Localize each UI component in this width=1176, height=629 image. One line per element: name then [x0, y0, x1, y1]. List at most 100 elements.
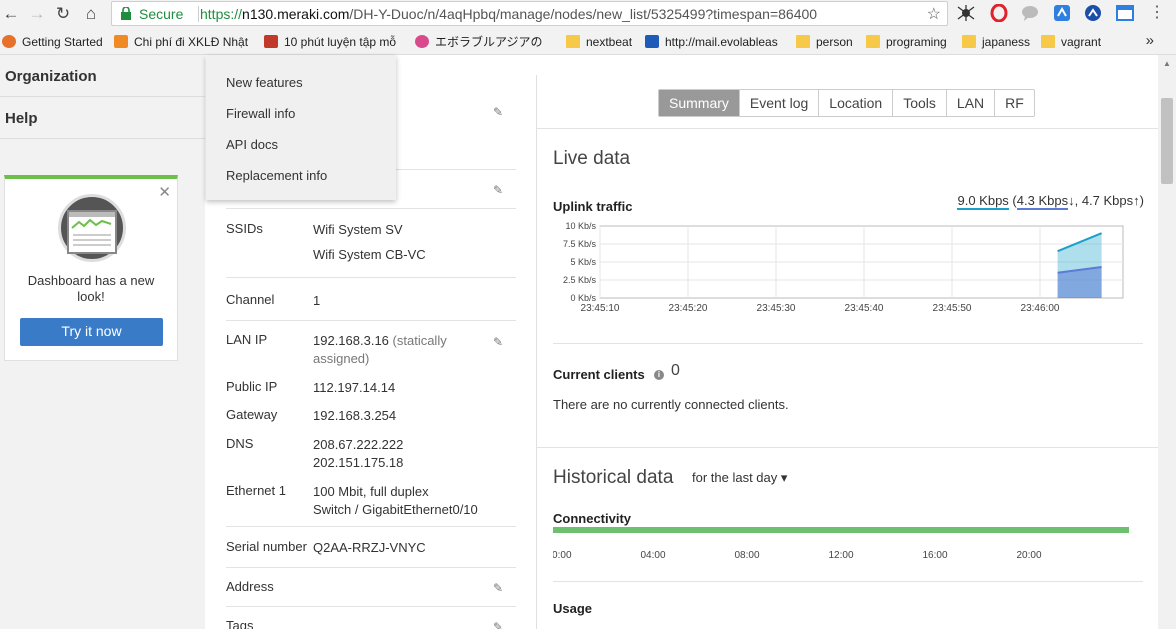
x-tick-label: 16:00	[922, 550, 947, 561]
mail-icon	[645, 35, 659, 48]
edit-pencil-icon[interactable]: ✎	[493, 335, 505, 349]
home-icon[interactable]: ⌂	[80, 3, 102, 25]
tab-rf[interactable]: RF	[994, 90, 1034, 116]
bookmark-star-icon[interactable]: ☆	[927, 4, 941, 24]
connectivity-bar	[553, 527, 1129, 533]
new-look-promo: ✕ Dashboard has a new look! Try it now	[4, 175, 178, 361]
current-clients-count: 0	[671, 362, 680, 379]
x-tick-label: 12:00	[828, 550, 853, 561]
bookmark-item[interactable]: Getting Started	[2, 33, 103, 50]
tab-event-log[interactable]: Event log	[738, 90, 818, 116]
divider	[226, 320, 516, 321]
x-tick-label: 23:45:40	[845, 303, 884, 314]
menu-item-replacement-info[interactable]: Replacement info	[226, 168, 327, 183]
extension-blue-icon[interactable]	[1053, 4, 1071, 22]
menu-item-api-docs[interactable]: API docs	[226, 137, 278, 152]
url-text[interactable]: https://n130.meraki.com/DH-Y-Duoc/n/4aqH…	[200, 6, 817, 22]
reload-icon[interactable]: ↻	[52, 3, 74, 25]
folder-icon	[566, 35, 580, 48]
lan-ip-label: LAN IP	[226, 332, 268, 347]
sidebar-item-organization[interactable]: Organization	[0, 55, 205, 97]
chat-bubble-icon[interactable]	[1021, 4, 1039, 22]
bookmark-item[interactable]: エボラブルアジアの	[415, 33, 551, 50]
bookmark-item[interactable]: 10 phút luyện tập mỗ	[264, 33, 396, 50]
y-tick-label: 10 Kb/s	[565, 221, 596, 231]
ethernet-value: 100 Mbit, full duplex Switch / GigabitEth…	[313, 484, 478, 517]
bookmark-item[interactable]: japaness	[962, 33, 1030, 50]
x-tick-label: 00:00	[553, 550, 572, 561]
uplink-traffic-label: Uplink traffic	[553, 199, 633, 214]
bookmarks-bar: Getting Started Chi phí đi XKLĐ Nhật 10 …	[0, 28, 1176, 55]
menu-item-firewall-info[interactable]: Firewall info	[226, 106, 295, 121]
tab-summary[interactable]: Summary	[659, 90, 739, 116]
timespan-select[interactable]: for the last day ▾	[692, 470, 787, 486]
menu-item-new-features[interactable]: New features	[226, 75, 303, 90]
ssids-value: Wifi System SV Wifi System CB-VC	[313, 222, 426, 262]
address-bar[interactable]: Secure https://n130.meraki.com/DH-Y-Duoc…	[111, 1, 948, 26]
extension-spider-icon[interactable]	[957, 4, 975, 22]
info-icon[interactable]: i	[654, 370, 664, 380]
uplink-legend: 9.0 Kbps (4.3 Kbps↓, 4.7 Kbps↑)	[957, 193, 1144, 210]
back-icon[interactable]: ←	[0, 3, 22, 25]
scrollbar-thumb[interactable]	[1161, 98, 1173, 184]
bookmark-item[interactable]: person	[796, 33, 853, 50]
scroll-up-icon[interactable]: ▲	[1163, 59, 1171, 68]
address-separator	[198, 6, 199, 22]
left-sidebar: Organization Help ✕ Dashboard has a new …	[0, 55, 205, 629]
divider	[226, 208, 516, 209]
y-tick-label: 5 Kb/s	[570, 257, 596, 267]
bookmark-item[interactable]: vagrant	[1041, 33, 1101, 50]
historical-data-title: Historical data	[553, 467, 674, 488]
x-tick-label: 04:00	[640, 550, 665, 561]
opera-icon[interactable]	[990, 3, 1008, 23]
sidebar-item-help[interactable]: Help	[0, 97, 205, 139]
gateway-value: 192.168.3.254	[313, 408, 397, 423]
forward-icon[interactable]: →	[26, 3, 48, 25]
edit-pencil-icon[interactable]: ✎	[493, 105, 505, 119]
edit-pencil-icon[interactable]: ✎	[493, 581, 505, 595]
browser-toolbar: ← → ↻ ⌂ Secure https://n130.meraki.com/D…	[0, 0, 1176, 28]
menu-dots-icon[interactable]: ⋮	[1148, 4, 1166, 22]
x-tick-label: 20:00	[1016, 550, 1041, 561]
x-tick-label: 23:45:50	[933, 303, 972, 314]
folder-icon	[962, 35, 976, 48]
try-it-now-button[interactable]: Try it now	[20, 318, 163, 346]
close-icon[interactable]: ✕	[158, 183, 171, 201]
secure-label: Secure	[139, 6, 184, 22]
live-data-title: Live data	[553, 148, 631, 169]
extension-window-icon[interactable]	[1116, 4, 1134, 22]
divider	[226, 567, 516, 568]
tab-tools[interactable]: Tools	[892, 90, 946, 116]
divider	[226, 606, 516, 607]
x-tick-label: 23:45:30	[757, 303, 796, 314]
legend-up: 4.7 Kbps	[1081, 193, 1134, 208]
bookmark-item[interactable]: Chi phí đi XKLĐ Nhật	[114, 33, 248, 50]
bookmarks-more-icon[interactable]: »	[1146, 32, 1154, 49]
lock-icon	[121, 7, 131, 20]
site-icon	[114, 35, 128, 48]
extension-circle-icon[interactable]	[1084, 4, 1102, 22]
site-icon	[415, 35, 429, 48]
divider	[537, 447, 1159, 448]
edit-pencil-icon[interactable]: ✎	[493, 183, 505, 197]
ethernet-label: Ethernet 1	[226, 483, 286, 498]
help-dropdown-menu: New features Firewall info API docs Repl…	[206, 55, 396, 200]
connectivity-chart: 00:00 04:00 08:00 12:00 16:00 20:00	[553, 527, 1129, 561]
folder-icon	[796, 35, 810, 48]
bookmark-item[interactable]: http://mail.evolableas	[645, 33, 781, 50]
edit-pencil-icon[interactable]: ✎	[493, 620, 505, 629]
dashboard-illustration-icon	[58, 194, 126, 262]
tab-lan[interactable]: LAN	[945, 90, 994, 116]
page-content: Organization Help ✕ Dashboard has a new …	[0, 55, 1176, 629]
calendar-icon	[264, 35, 278, 48]
tab-location[interactable]: Location	[818, 90, 892, 116]
page-scrollbar[interactable]: ▲	[1158, 55, 1176, 629]
bookmark-item[interactable]: programing	[866, 33, 947, 50]
serial-label: Serial number	[226, 539, 307, 554]
firefox-icon	[2, 35, 16, 48]
divider	[553, 581, 1143, 582]
public-ip-value: 112.197.14.14	[313, 380, 396, 395]
current-clients-label: Current clients	[553, 367, 645, 382]
bookmark-item[interactable]: nextbeat	[566, 33, 632, 50]
divider	[537, 128, 1159, 129]
